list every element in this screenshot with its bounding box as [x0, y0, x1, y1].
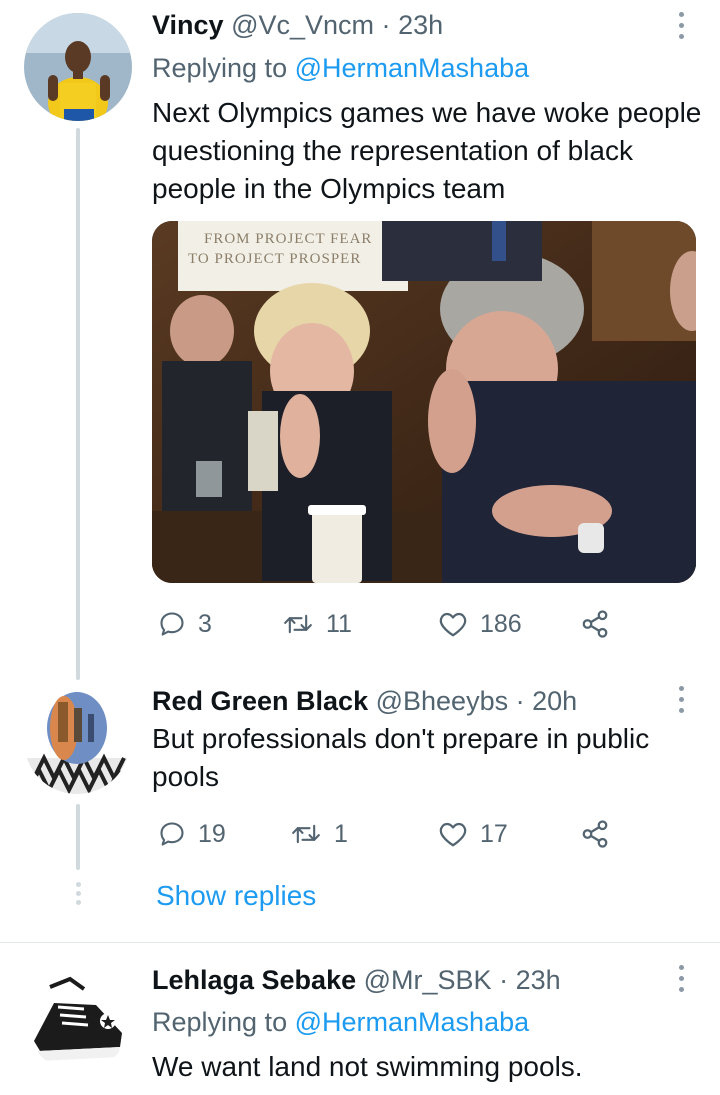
- display-name[interactable]: Lehlaga Sebake: [152, 965, 356, 995]
- retweet-count: 11: [326, 609, 352, 638]
- separator-dot: ·: [381, 10, 391, 40]
- like-count: 186: [480, 609, 522, 638]
- replying-to: Replying to @HermanMashaba: [152, 51, 529, 85]
- reply-icon: [160, 822, 184, 846]
- more-icon[interactable]: [676, 686, 686, 716]
- reply-icon: [160, 612, 184, 636]
- tweet-actions: 19 1 17: [152, 814, 622, 854]
- tweet-red-green-black[interactable]: Red Green Black @Bheeybs · 20h But profe…: [0, 680, 720, 942]
- tweet-actions: 3 11 186: [152, 604, 622, 644]
- user-handle[interactable]: @Bheeybs: [376, 686, 508, 716]
- reply-button[interactable]: 19: [158, 814, 226, 854]
- like-button[interactable]: 17: [438, 814, 508, 854]
- tweet-text: Next Olympics games we have woke people …: [152, 97, 702, 204]
- reply-button[interactable]: 3: [158, 604, 212, 644]
- sign-line-1: FROM PROJECT FEAR: [204, 231, 372, 247]
- like-count: 17: [480, 819, 508, 848]
- share-icon: [582, 820, 608, 848]
- like-icon: [439, 822, 467, 847]
- mention-link[interactable]: @HermanMashaba: [295, 53, 530, 83]
- retweet-icon: [292, 824, 320, 844]
- tweet-vincy[interactable]: Vincy @Vc_Vncm · 23h Replying to @Herman…: [0, 0, 720, 680]
- replying-prefix: Replying to: [152, 1007, 288, 1037]
- mention-link[interactable]: @HermanMashaba: [295, 1007, 530, 1037]
- separator-dot: ·: [499, 965, 509, 995]
- share-button[interactable]: [580, 814, 610, 854]
- reply-count: 19: [198, 819, 226, 848]
- thread-line: [76, 804, 80, 870]
- tweet-text: But professionals don't prepare in publi…: [152, 723, 650, 792]
- avatar[interactable]: [24, 688, 130, 794]
- like-icon: [439, 612, 467, 637]
- tweet-header: Lehlaga Sebake @Mr_SBK · 23h: [152, 963, 561, 997]
- thread-line: [76, 128, 80, 680]
- sign-line-2: TO PROJECT PROSPER: [188, 251, 361, 267]
- reply-count: 3: [198, 609, 212, 638]
- tweet-header: Red Green Black @Bheeybs · 20h: [152, 684, 577, 718]
- thread-dots: [76, 882, 82, 909]
- retweet-button[interactable]: 1: [290, 814, 348, 854]
- tweet-header: Vincy @Vc_Vncm · 23h: [152, 8, 443, 42]
- timestamp[interactable]: 23h: [516, 965, 561, 995]
- tweet-photo[interactable]: FROM PROJECT FEAR TO PROJECT PROSPER: [152, 221, 696, 583]
- more-icon[interactable]: [676, 12, 686, 42]
- like-button[interactable]: 186: [438, 604, 522, 644]
- separator-dot: ·: [515, 686, 525, 716]
- user-handle[interactable]: @Mr_SBK: [364, 965, 492, 995]
- share-icon: [582, 610, 608, 638]
- user-handle[interactable]: @Vc_Vncm: [231, 10, 374, 40]
- avatar[interactable]: [24, 13, 132, 121]
- timestamp[interactable]: 23h: [398, 10, 443, 40]
- avatar[interactable]: [24, 963, 132, 1071]
- show-replies-link[interactable]: Show replies: [156, 880, 316, 912]
- retweet-icon: [284, 614, 312, 634]
- retweet-button[interactable]: 11: [282, 604, 352, 644]
- timestamp[interactable]: 20h: [532, 686, 577, 716]
- display-name[interactable]: Red Green Black: [152, 686, 368, 716]
- tweet-lehlaga-sebake[interactable]: Lehlaga Sebake @Mr_SBK · 23h Replying to…: [0, 943, 720, 1095]
- display-name[interactable]: Vincy: [152, 10, 224, 40]
- more-icon[interactable]: [676, 965, 686, 995]
- tweet-text: We want land not swimming pools.: [152, 1051, 583, 1082]
- share-button[interactable]: [580, 604, 610, 644]
- retweet-count: 1: [334, 819, 348, 848]
- replying-to: Replying to @HermanMashaba: [152, 1005, 529, 1039]
- replying-prefix: Replying to: [152, 53, 288, 83]
